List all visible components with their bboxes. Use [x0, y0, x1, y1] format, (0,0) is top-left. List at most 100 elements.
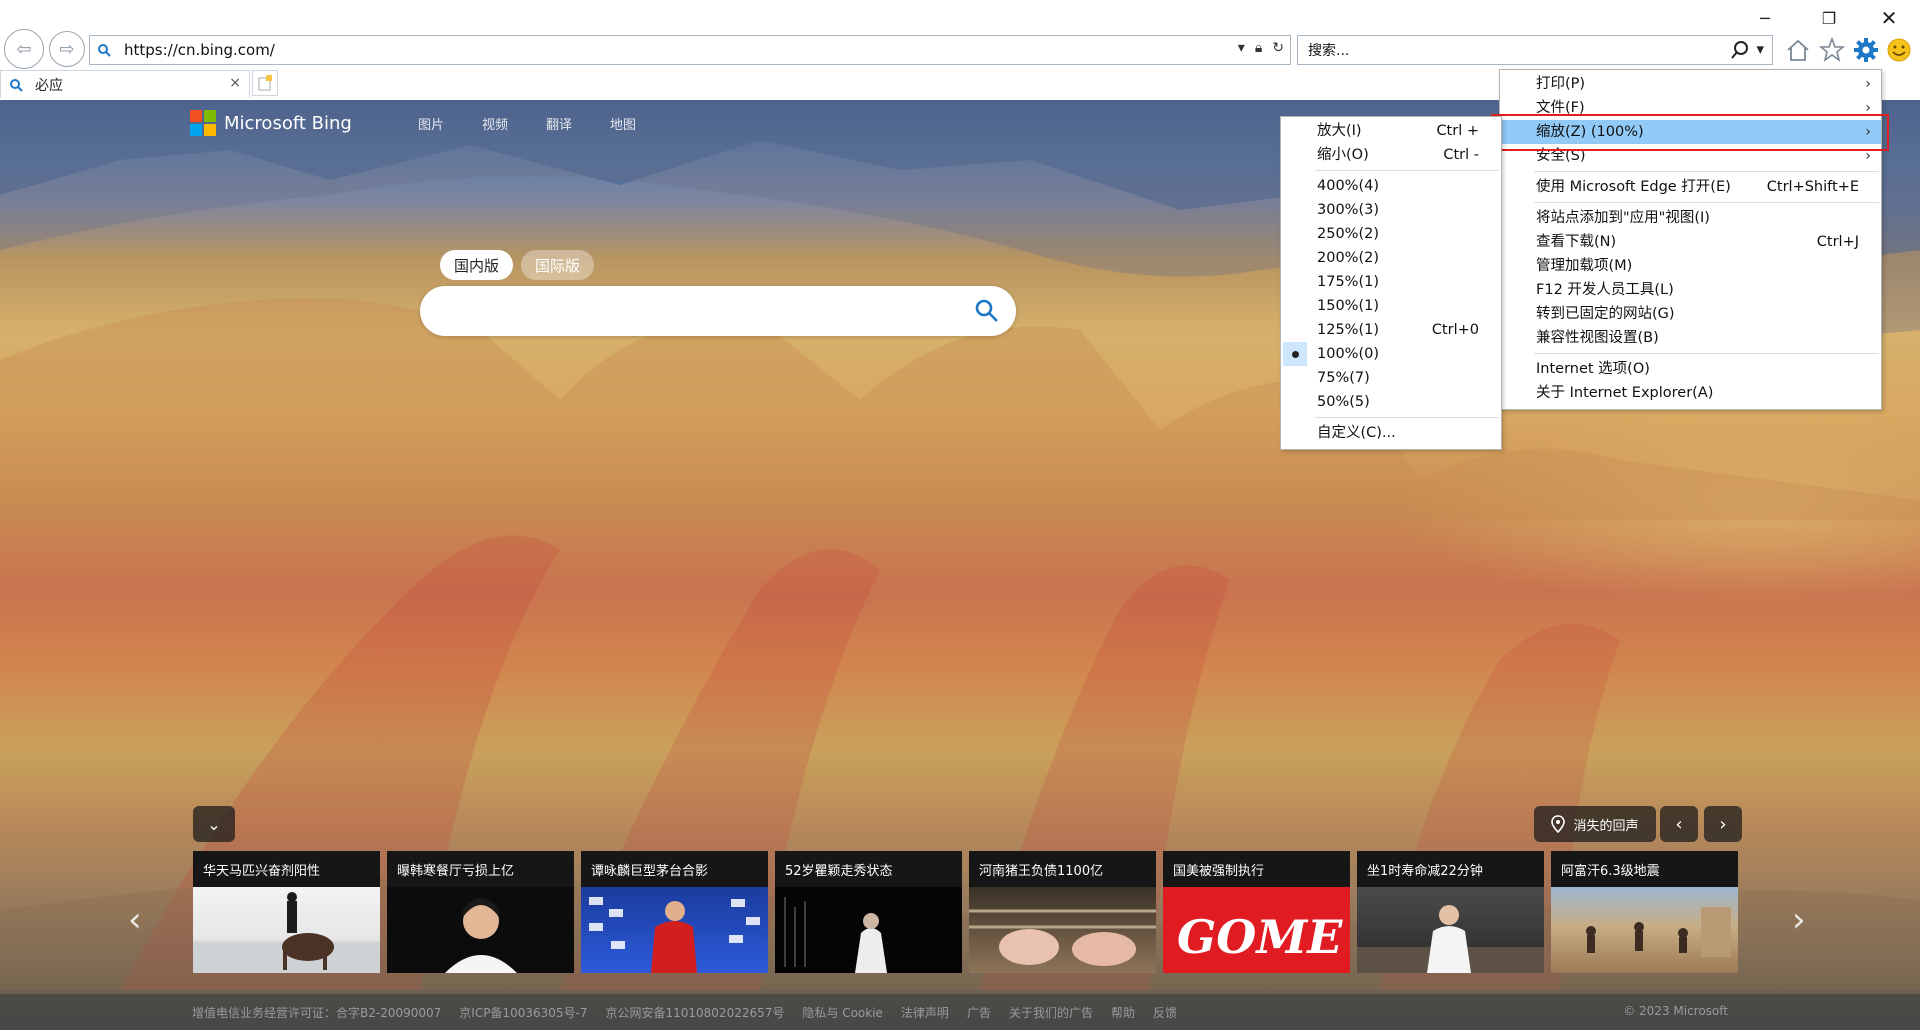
zoom-custom[interactable]: 自定义(C)...: [1281, 421, 1501, 445]
chevron-right-icon: ›: [1719, 813, 1727, 835]
lock-icon[interactable]: 🔒︎: [1255, 40, 1262, 56]
news-thumbnail: [775, 887, 962, 973]
zoom-out[interactable]: 缩小(O) Ctrl -: [1281, 143, 1501, 167]
search-field[interactable]: 搜索... ▾: [1297, 35, 1773, 65]
menu-add-to-apps[interactable]: 将站点添加到"应用"视图(I): [1500, 206, 1881, 230]
news-card[interactable]: 谭咏麟巨型茅台合影: [581, 851, 768, 973]
menu-shortcut: Ctrl +: [1436, 123, 1479, 139]
search-icon[interactable]: [974, 298, 1000, 324]
menu-label: 250%(2): [1317, 226, 1379, 242]
menu-compat-view[interactable]: 兼容性视图设置(B): [1500, 326, 1881, 350]
zoom-175[interactable]: 175%(1): [1281, 270, 1501, 294]
collapse-button[interactable]: ⌄: [193, 806, 235, 842]
menu-print[interactable]: 打印(P) ›: [1500, 72, 1881, 96]
footer-police[interactable]: 京公网安备11010802022657号: [605, 1004, 784, 1021]
menu-label: 150%(1): [1317, 298, 1379, 314]
image-location-button[interactable]: 消失的回声: [1534, 806, 1656, 842]
next-image-button[interactable]: ›: [1704, 806, 1742, 842]
menu-shortcut: Ctrl+0: [1431, 322, 1479, 338]
zoom-50[interactable]: 50%(5): [1281, 390, 1501, 414]
footer-privacy[interactable]: 隐私与 Cookie: [802, 1004, 883, 1021]
footer-license[interactable]: 增值电信业务经营许可证：合字B2-20090007: [192, 1004, 441, 1021]
news-title: 曝韩寒餐厅亏损上亿: [387, 851, 574, 887]
news-card[interactable]: 曝韩寒餐厅亏损上亿: [387, 851, 574, 973]
news-card[interactable]: 河南猪王负债1100亿: [969, 851, 1156, 973]
chevron-down-icon[interactable]: ▾: [1756, 40, 1764, 60]
gear-icon[interactable]: [1851, 35, 1881, 65]
news-card[interactable]: 52岁瞿颖走秀状态: [775, 851, 962, 973]
news-card[interactable]: 坐1时寿命减22分钟: [1357, 851, 1544, 973]
menu-label: 打印(P): [1536, 76, 1586, 92]
home-icon[interactable]: [1783, 35, 1813, 65]
menu-label: 自定义(C)...: [1317, 425, 1396, 441]
menu-file[interactable]: 文件(F) ›: [1500, 96, 1881, 120]
arrow-left-icon: ⇦: [16, 38, 32, 60]
tab-domestic[interactable]: 国内版: [440, 250, 514, 280]
menu-about-ie[interactable]: 关于 Internet Explorer(A): [1500, 381, 1881, 405]
tab-international[interactable]: 国际版: [521, 250, 595, 280]
svg-text:GOME: GOME: [1177, 910, 1343, 964]
submenu-arrow-icon: ›: [1865, 124, 1871, 140]
favorites-star-icon[interactable]: [1817, 35, 1847, 65]
chevron-down-icon: ⌄: [207, 814, 221, 834]
menu-label: 400%(4): [1317, 178, 1379, 194]
bing-logo[interactable]: Microsoft Bing: [190, 110, 352, 136]
footer-help[interactable]: 帮助: [1111, 1004, 1135, 1021]
zoom-75[interactable]: 75%(7): [1281, 366, 1501, 390]
menu-addons[interactable]: 管理加载项(M): [1500, 254, 1881, 278]
address-bar[interactable]: https://cn.bing.com/ ▾ 🔒︎ ↻: [89, 35, 1291, 65]
location-label: 消失的回声: [1573, 818, 1639, 834]
radio-selected-icon: [1283, 342, 1307, 366]
menu-downloads[interactable]: 查看下载(N) Ctrl+J: [1500, 230, 1881, 254]
news-card[interactable]: 华天马匹兴奋剂阳性: [193, 851, 380, 973]
nav-translate[interactable]: 翻译: [546, 114, 572, 133]
footer-feedback[interactable]: 反馈: [1153, 1004, 1177, 1021]
menu-devtools[interactable]: F12 开发人员工具(L): [1500, 278, 1881, 302]
refresh-icon[interactable]: ↻: [1272, 40, 1284, 56]
footer-legal[interactable]: 法律声明: [901, 1004, 949, 1021]
news-prev-arrow[interactable]: ‹: [128, 900, 142, 940]
news-card[interactable]: 国美被强制执行 GOME: [1163, 851, 1350, 973]
zoom-300[interactable]: 300%(3): [1281, 198, 1501, 222]
nav-maps[interactable]: 地图: [610, 114, 636, 133]
zoom-in[interactable]: 放大(I) Ctrl +: [1281, 119, 1501, 143]
news-card[interactable]: 阿富汗6.3级地震: [1551, 851, 1738, 973]
nav-images[interactable]: 图片: [418, 114, 444, 133]
menu-zoom[interactable]: 缩放(Z) (100%) ›: [1500, 120, 1881, 144]
close-window-button[interactable]: ✕: [1866, 4, 1912, 32]
footer-about-ads[interactable]: 关于我们的广告: [1009, 1004, 1093, 1021]
footer-icp[interactable]: 京ICP备10036305号-7: [459, 1004, 587, 1021]
menu-safety[interactable]: 安全(S) ›: [1500, 144, 1881, 168]
search-icon[interactable]: [1730, 40, 1750, 60]
microsoft-logo-icon: [190, 110, 216, 136]
menu-label: 100%(0): [1317, 346, 1379, 362]
bing-search-input[interactable]: [420, 286, 1016, 336]
zoom-100[interactable]: 100%(0): [1281, 342, 1501, 366]
zoom-400[interactable]: 400%(4): [1281, 174, 1501, 198]
zoom-250[interactable]: 250%(2): [1281, 222, 1501, 246]
news-thumbnail: [969, 887, 1156, 973]
zoom-125[interactable]: 125%(1) Ctrl+0: [1281, 318, 1501, 342]
back-button[interactable]: ⇦: [4, 29, 44, 69]
new-tab-button[interactable]: [252, 70, 278, 96]
zoom-150[interactable]: 150%(1): [1281, 294, 1501, 318]
menu-pinned-sites[interactable]: 转到已固定的网站(G): [1500, 302, 1881, 326]
smiley-feedback-icon[interactable]: [1884, 35, 1914, 65]
zoom-200[interactable]: 200%(2): [1281, 246, 1501, 270]
nav-videos[interactable]: 视频: [482, 114, 508, 133]
minimize-button[interactable]: ─: [1742, 4, 1788, 32]
restore-button[interactable]: ❐: [1806, 4, 1852, 32]
menu-internet-options[interactable]: Internet 选项(O): [1500, 357, 1881, 381]
news-next-arrow[interactable]: ›: [1792, 900, 1806, 940]
tab-close-button[interactable]: ×: [229, 75, 241, 91]
tab-bing[interactable]: 必应 ×: [0, 70, 250, 98]
menu-label: 缩放(Z) (100%): [1536, 124, 1644, 140]
footer-ads[interactable]: 广告: [967, 1004, 991, 1021]
menu-open-edge[interactable]: 使用 Microsoft Edge 打开(E) Ctrl+Shift+E: [1500, 175, 1881, 199]
logo-text: Microsoft Bing: [224, 112, 352, 134]
dropdown-icon[interactable]: ▾: [1238, 40, 1245, 56]
forward-button[interactable]: ⇨: [49, 31, 85, 67]
prev-image-button[interactable]: ‹: [1660, 806, 1698, 842]
news-thumbnail: [1357, 887, 1544, 973]
menu-separator: [1534, 202, 1879, 203]
